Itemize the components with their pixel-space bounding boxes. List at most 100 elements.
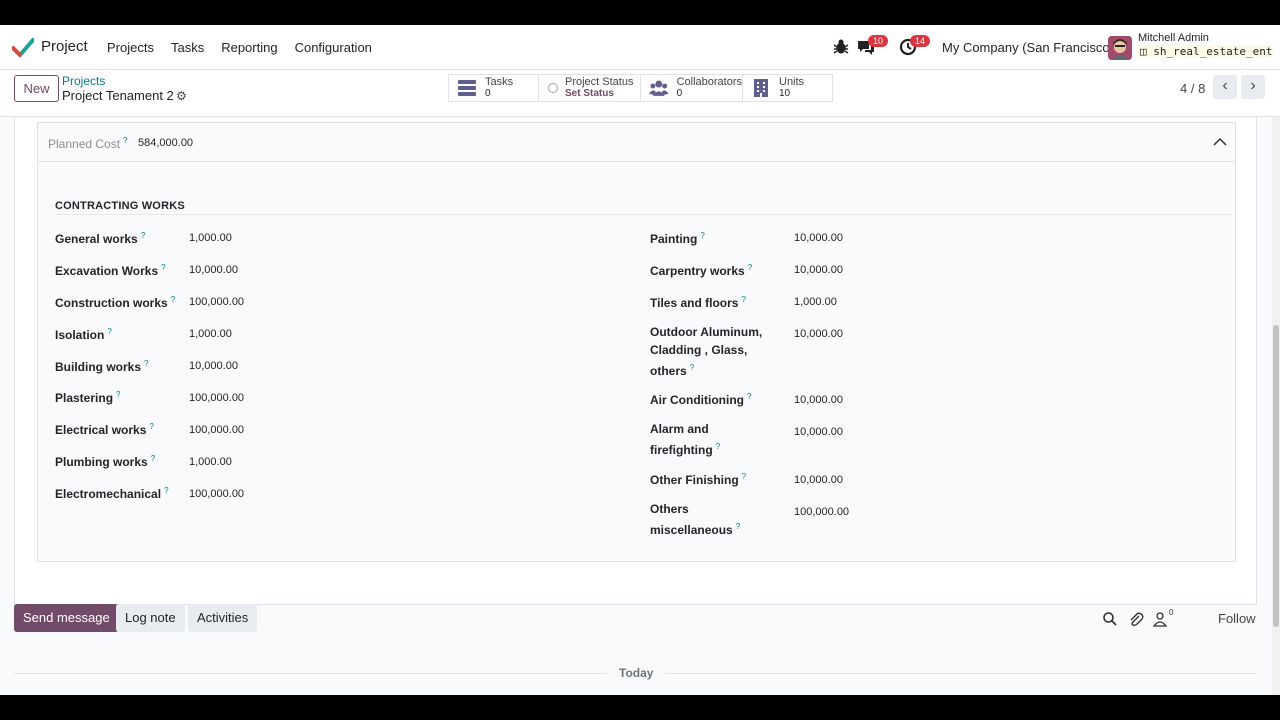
status-circle-icon [547,82,559,94]
field-label-plumbing-works: Plumbing works? [55,450,185,471]
control-panel: New Projects Project Tenament 2 ⚙ Tasks … [0,70,1280,117]
database-label: sh_real_estate_ent [1153,45,1273,58]
help-icon[interactable]: ? [151,454,155,463]
smart-button-tasks[interactable]: Tasks 0 [448,74,539,102]
users-icon [649,80,669,96]
pager-value[interactable]: 4 / 8 [1180,81,1205,96]
pager-previous-button[interactable]: ‹ [1213,75,1237,99]
gear-icon[interactable]: ⚙ [176,89,187,103]
field-value-other-finishing[interactable]: 10,000.00 [794,474,843,486]
help-icon[interactable]: ? [144,359,148,368]
paperclip-icon[interactable] [1128,611,1144,627]
field-label-isolation: Isolation? [55,323,185,344]
field-value-building-works[interactable]: 10,000.00 [189,360,238,372]
help-icon[interactable]: ? [690,363,694,372]
messages-badge: 10 [868,35,889,47]
collaborators-label: Collaborators [676,76,742,88]
smart-button-project-status[interactable]: Project Status Set Status [538,74,641,102]
planned-cost-panel: Planned Cost? 584,000.00 CONTRACTING WOR… [37,122,1236,562]
field-value-electrical-works[interactable]: 100,000.00 [189,424,244,436]
menu-tasks[interactable]: Tasks [171,40,204,55]
menu-configuration[interactable]: Configuration [295,40,372,55]
smart-button-units[interactable]: Units 10 [742,74,833,102]
planned-cost-header[interactable]: Planned Cost? 584,000.00 [38,123,1235,162]
section-title: CONTRACTING WORKS [55,200,185,212]
help-icon[interactable]: ? [116,390,120,399]
help-icon[interactable]: ? [141,231,145,240]
user-avatar[interactable] [1108,36,1132,60]
field-value-others-miscellaneous[interactable]: 100,000.00 [794,506,849,518]
search-icon[interactable] [1102,611,1118,627]
planned-cost-label-text: Planned Cost [48,137,121,151]
log-note-button[interactable]: Log note [116,604,185,632]
field-label-plastering: Plastering? [55,386,185,407]
field-label-general-works: General works? [55,227,185,248]
help-icon[interactable]: ? [747,392,751,401]
help-icon[interactable]: ? [700,231,704,240]
help-icon[interactable]: ? [161,263,165,272]
chevron-up-icon[interactable] [1213,135,1227,149]
bug-icon[interactable] [831,37,851,57]
field-value-alarm-and-firefighting[interactable]: 10,000.00 [794,426,843,438]
field-value-carpentry-works[interactable]: 10,000.00 [794,264,843,276]
field-value-air-conditioning[interactable]: 10,000.00 [794,394,843,406]
label-text: Excavation Works [55,264,159,278]
project-app-icon[interactable] [12,38,34,58]
main-menu: Projects Tasks Reporting Configuration [107,40,389,55]
avatar-image [1108,36,1132,60]
help-icon[interactable]: ? [741,295,745,304]
tasks-count: 0 [485,88,491,99]
field-label-painting: Painting? [650,227,780,248]
label-text: Other Finishing [650,473,739,487]
followers-count: 0 [1169,608,1174,617]
help-icon[interactable]: ? [716,442,720,451]
planned-cost-label: Planned Cost? [48,136,128,151]
field-value-general-works[interactable]: 1,000.00 [189,232,232,244]
help-icon[interactable]: ? [736,522,740,531]
field-value-tiles-and-floors[interactable]: 1,000.00 [794,296,837,308]
followers-icon[interactable] [1152,611,1168,627]
help-icon[interactable]: ? [164,486,168,495]
breadcrumb-projects[interactable]: Projects [62,74,105,88]
field-value-electromechanical[interactable]: 100,000.00 [189,488,244,500]
smart-button-collaborators[interactable]: Collaborators 0 [640,74,743,102]
field-value-isolation[interactable]: 1,000.00 [189,328,232,340]
user-name[interactable]: Mitchell Admin [1138,32,1209,44]
field-value-construction-works[interactable]: 100,000.00 [189,296,244,308]
label-text: Electromechanical [55,487,162,501]
field-value-outdoor-aluminum[interactable]: 10,000.00 [794,328,843,340]
send-message-button[interactable]: Send message [14,604,119,632]
follow-button[interactable]: Follow [1218,611,1256,626]
label-text: Carpentry works [650,264,745,278]
label-text: Tiles and floors [650,296,739,310]
field-label-excavation-works: Excavation Works? [55,259,185,280]
field-value-plumbing-works[interactable]: 1,000.00 [189,456,232,468]
help-icon[interactable]: ? [107,327,111,336]
activities-button[interactable]: Activities [188,604,258,632]
menu-projects[interactable]: Projects [107,40,154,55]
field-value-painting[interactable]: 10,000.00 [794,232,843,244]
help-icon[interactable]: ? [149,422,153,431]
field-value-excavation-works[interactable]: 10,000.00 [189,264,238,276]
field-label-alarm-and-firefighting: Alarm and firefighting? [650,420,750,459]
scrollbar-thumb[interactable] [1273,325,1279,627]
menu-reporting[interactable]: Reporting [221,40,277,55]
help-icon[interactable]: ? [171,295,175,304]
pager-next-button[interactable]: › [1241,75,1265,99]
building-icon [754,79,768,97]
field-label-electromechanical: Electromechanical? [55,482,190,503]
planned-cost-value: 584,000.00 [138,137,194,149]
field-value-plastering[interactable]: 100,000.00 [189,392,244,404]
field-label-other-finishing: Other Finishing? [650,468,780,489]
company-switcher[interactable]: My Company (San Francisco) [942,40,1114,55]
label-text: Outdoor Aluminum, Cladding , Glass, othe… [650,325,763,378]
label-text: General works [55,232,138,246]
help-icon[interactable]: ? [742,472,746,481]
field-label-carpentry-works: Carpentry works? [650,259,780,280]
app-name[interactable]: Project [41,38,88,55]
field-label-air-conditioning: Air Conditioning? [650,388,780,409]
help-icon[interactable]: ? [123,136,127,145]
tasks-label: Tasks [485,76,514,88]
help-icon[interactable]: ? [748,263,752,272]
new-button[interactable]: New [14,75,59,102]
